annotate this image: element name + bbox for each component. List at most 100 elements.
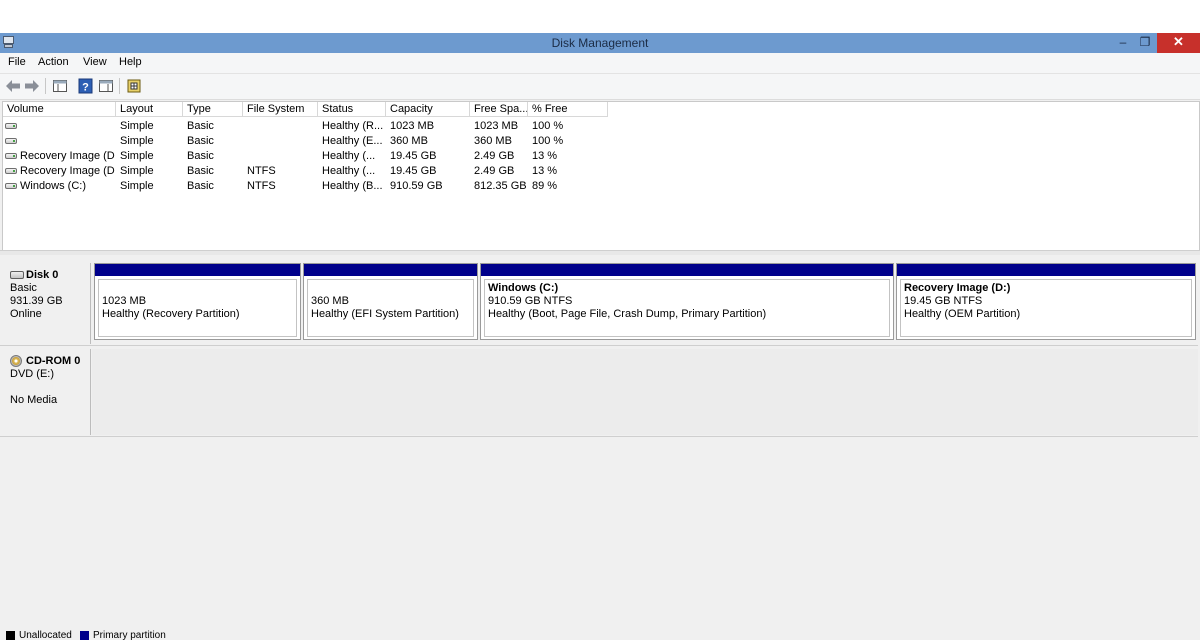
volume-free-space: 2.49 GB	[474, 165, 515, 177]
volume-free-space: 1023 MB	[474, 120, 519, 132]
volume-free-space: 2.49 GB	[474, 150, 515, 162]
volume-file-system: NTFS	[247, 165, 276, 177]
partition-name: Windows (C:)	[488, 282, 559, 294]
legend-primary-label: Primary partition	[93, 630, 166, 641]
partition-size: 1023 MB	[102, 295, 147, 307]
volume-row[interactable]: Windows (C:) Simple Basic NTFS Healthy (…	[3, 179, 1199, 194]
legend-primary-swatch	[80, 631, 89, 640]
cdrom-0-label[interactable]: CD-ROM 0 DVD (E:) No Media	[2, 349, 91, 435]
menu-view[interactable]: View	[83, 56, 107, 68]
volume-percent-free: 89 %	[532, 180, 558, 192]
partition-details: 360 MB Healthy (EFI System Partition)	[307, 279, 474, 337]
forward-icon[interactable]	[23, 77, 41, 95]
restore-button[interactable]: ❐	[1135, 33, 1155, 53]
cdrom-drive-letter: DVD (E:)	[10, 368, 54, 380]
partition-size: 360 MB	[311, 295, 349, 307]
volume-percent-free: 13 %	[532, 150, 558, 162]
volume-layout: Simple	[120, 120, 154, 132]
volume-layout: Simple	[120, 180, 154, 192]
disk-type: Basic	[10, 282, 37, 294]
volume-status: Healthy (E...	[322, 135, 383, 147]
volume-percent-free: 100 %	[532, 120, 564, 132]
cdrom-empty-area[interactable]	[92, 349, 1198, 435]
drive-icon	[5, 123, 17, 129]
partition-type-bar	[897, 264, 1195, 276]
close-button[interactable]: ✕	[1157, 33, 1200, 53]
cdrom-name: CD-ROM 0	[10, 355, 90, 368]
toolbar-separator	[119, 78, 120, 94]
partition-name	[311, 282, 473, 295]
svg-text:?: ?	[82, 82, 89, 94]
partition-efi[interactable]: 360 MB Healthy (EFI System Partition)	[303, 263, 478, 340]
disk-name: Disk 0	[10, 269, 90, 282]
drive-icon	[5, 183, 17, 189]
menu-help[interactable]: Help	[119, 56, 142, 68]
volume-status: Healthy (R...	[322, 120, 384, 132]
partition-status: Healthy (Boot, Page File, Crash Dump, Pr…	[488, 308, 767, 320]
help-icon[interactable]: ?	[77, 77, 95, 95]
partition-details: Windows (C:) 910.59 GB NTFS Healthy (Boo…	[484, 279, 890, 337]
minimize-button[interactable]: –	[1111, 33, 1135, 53]
volume-capacity: 1023 MB	[390, 120, 435, 132]
back-icon[interactable]	[4, 77, 22, 95]
partition-windows-c[interactable]: Windows (C:) 910.59 GB NTFS Healthy (Boo…	[480, 263, 894, 340]
volume-layout: Simple	[120, 165, 154, 177]
column-header-layout[interactable]: Layout	[116, 102, 183, 117]
volume-status: Healthy (...	[322, 165, 376, 177]
toolbar: ?	[0, 74, 1200, 100]
settings-icon[interactable]	[125, 77, 143, 95]
column-header-volume[interactable]: Volume	[3, 102, 116, 117]
partition-details: Recovery Image (D:) 19.45 GB NTFS Health…	[900, 279, 1192, 337]
legend-unallocated-label: Unallocated	[19, 630, 72, 641]
volume-type: Basic	[187, 135, 214, 147]
partition-recovery[interactable]: 1023 MB Healthy (Recovery Partition)	[94, 263, 301, 340]
volume-free-space: 360 MB	[474, 135, 512, 147]
partition-size: 19.45 GB NTFS	[904, 295, 983, 307]
volume-row[interactable]: Recovery Image (D:) Simple Basic Healthy…	[3, 149, 1199, 164]
disk-state: Online	[10, 308, 42, 320]
disk-name-text: Disk 0	[26, 269, 59, 281]
column-header-type[interactable]: Type	[183, 102, 243, 117]
volume-row[interactable]: Simple Basic Healthy (R... 1023 MB 1023 …	[3, 119, 1199, 134]
legend: Unallocated Primary partition	[0, 627, 1200, 641]
volume-type: Basic	[187, 165, 214, 177]
console-tree-icon[interactable]	[51, 77, 69, 95]
disk-row: Disk 0 Basic 931.39 GB Online 1023 MB He…	[0, 263, 1198, 346]
menu-action[interactable]: Action	[38, 56, 69, 68]
volume-name	[20, 119, 115, 134]
partition-status: Healthy (EFI System Partition)	[311, 308, 459, 320]
menu-file[interactable]: File	[8, 56, 26, 68]
drive-icon	[5, 138, 17, 144]
cd-rom-icon	[10, 355, 22, 367]
title-bar[interactable]: Disk Management – ❐ ✕	[0, 33, 1200, 53]
drive-icon	[5, 168, 17, 174]
partition-name: Recovery Image (D:)	[904, 282, 1011, 294]
partition-size: 910.59 GB NTFS	[488, 295, 573, 307]
partition-status: Healthy (Recovery Partition)	[102, 308, 240, 320]
volume-row[interactable]: Simple Basic Healthy (E... 360 MB 360 MB…	[3, 134, 1199, 149]
volume-row[interactable]: Recovery Image (D:) Simple Basic NTFS He…	[3, 164, 1199, 179]
volume-list: Volume Layout Type File System Status Ca…	[2, 101, 1200, 251]
volume-status: Healthy (...	[322, 150, 376, 162]
column-header-status[interactable]: Status	[318, 102, 386, 117]
disk-management-window: Disk Management – ❐ ✕ File Action View H…	[0, 33, 1200, 641]
volume-name: Windows (C:)	[20, 180, 87, 192]
partition-recovery-image-d[interactable]: Recovery Image (D:) 19.45 GB NTFS Health…	[896, 263, 1196, 340]
toolbar-separator	[45, 78, 46, 94]
disk-graphical-view: Disk 0 Basic 931.39 GB Online 1023 MB He…	[0, 255, 1200, 627]
cdrom-row: CD-ROM 0 DVD (E:) No Media	[0, 349, 1198, 437]
partition-type-bar	[304, 264, 477, 276]
volume-percent-free: 100 %	[532, 135, 564, 147]
column-header-free-space[interactable]: Free Spa...	[470, 102, 528, 117]
column-header-file-system[interactable]: File System	[243, 102, 318, 117]
disk-0-label[interactable]: Disk 0 Basic 931.39 GB Online	[2, 263, 91, 344]
volume-capacity: 19.45 GB	[390, 165, 437, 177]
disk-size: 931.39 GB	[10, 295, 63, 307]
legend-unallocated-swatch	[6, 631, 15, 640]
column-header-capacity[interactable]: Capacity	[386, 102, 470, 117]
volume-file-system: NTFS	[247, 180, 276, 192]
volume-layout: Simple	[120, 135, 154, 147]
column-header-percent-free[interactable]: % Free	[528, 102, 608, 117]
properties-icon[interactable]	[97, 77, 115, 95]
